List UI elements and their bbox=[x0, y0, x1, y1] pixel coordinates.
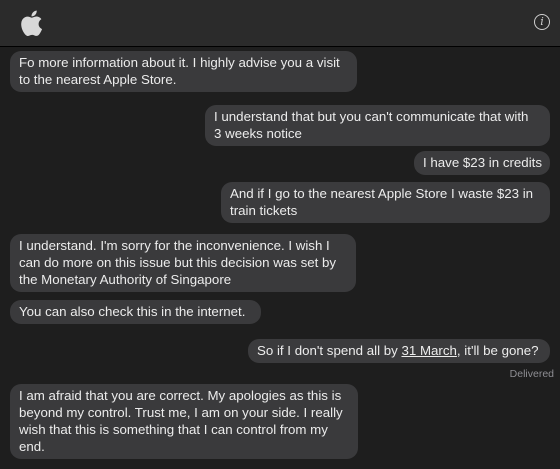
message-text: , it'll be gone? bbox=[456, 343, 539, 358]
chat-header: i bbox=[0, 0, 560, 47]
message-line: I understand that but you can't communic… bbox=[214, 109, 529, 124]
message-line: end. bbox=[19, 439, 45, 454]
delivered-status: Delivered bbox=[509, 368, 554, 380]
message-bubble-outgoing: I understand that but you can't communic… bbox=[205, 105, 550, 146]
message-line: I understand. I'm sorry for the inconven… bbox=[19, 238, 330, 253]
date-link[interactable]: 31 March bbox=[401, 343, 456, 358]
apple-logo-icon bbox=[21, 10, 43, 36]
message-line: I have $23 in credits bbox=[423, 155, 543, 170]
message-line: And if I go to the nearest Apple Store I… bbox=[230, 186, 534, 201]
message-bubble-incoming: I understand. I'm sorry for the inconven… bbox=[10, 234, 356, 292]
message-line: Fo more information about it. I highly a… bbox=[19, 55, 340, 70]
message-bubble-outgoing: I have $23 in credits bbox=[414, 151, 550, 175]
message-line: to the nearest Apple Store. bbox=[19, 72, 177, 87]
message-line: the Monetary Authority of Singapore bbox=[19, 272, 232, 287]
message-text: So if I don't spend all by bbox=[257, 343, 402, 358]
info-icon[interactable]: i bbox=[534, 14, 550, 30]
message-line: train tickets bbox=[230, 203, 298, 218]
message-bubble-incoming: You can also check this in the internet. bbox=[10, 300, 261, 324]
message-line: wish that this is something that I can c… bbox=[19, 422, 328, 437]
message-bubble-outgoing: So if I don't spend all by 31 March, it'… bbox=[248, 339, 550, 363]
message-bubble-incoming: Fo more information about it. I highly a… bbox=[10, 51, 357, 92]
message-bubble-incoming: I am afraid that you are correct. My apo… bbox=[10, 384, 358, 459]
message-line: beyond my control. Trust me, I am on you… bbox=[19, 405, 343, 420]
message-line: I am afraid that you are correct. My apo… bbox=[19, 388, 342, 403]
message-line: can do more on this issue but this decis… bbox=[19, 255, 337, 270]
message-line: You can also check this in the internet. bbox=[19, 304, 246, 319]
message-bubble-outgoing: And if I go to the nearest Apple Store I… bbox=[221, 182, 550, 223]
message-line: 3 weeks notice bbox=[214, 126, 302, 141]
